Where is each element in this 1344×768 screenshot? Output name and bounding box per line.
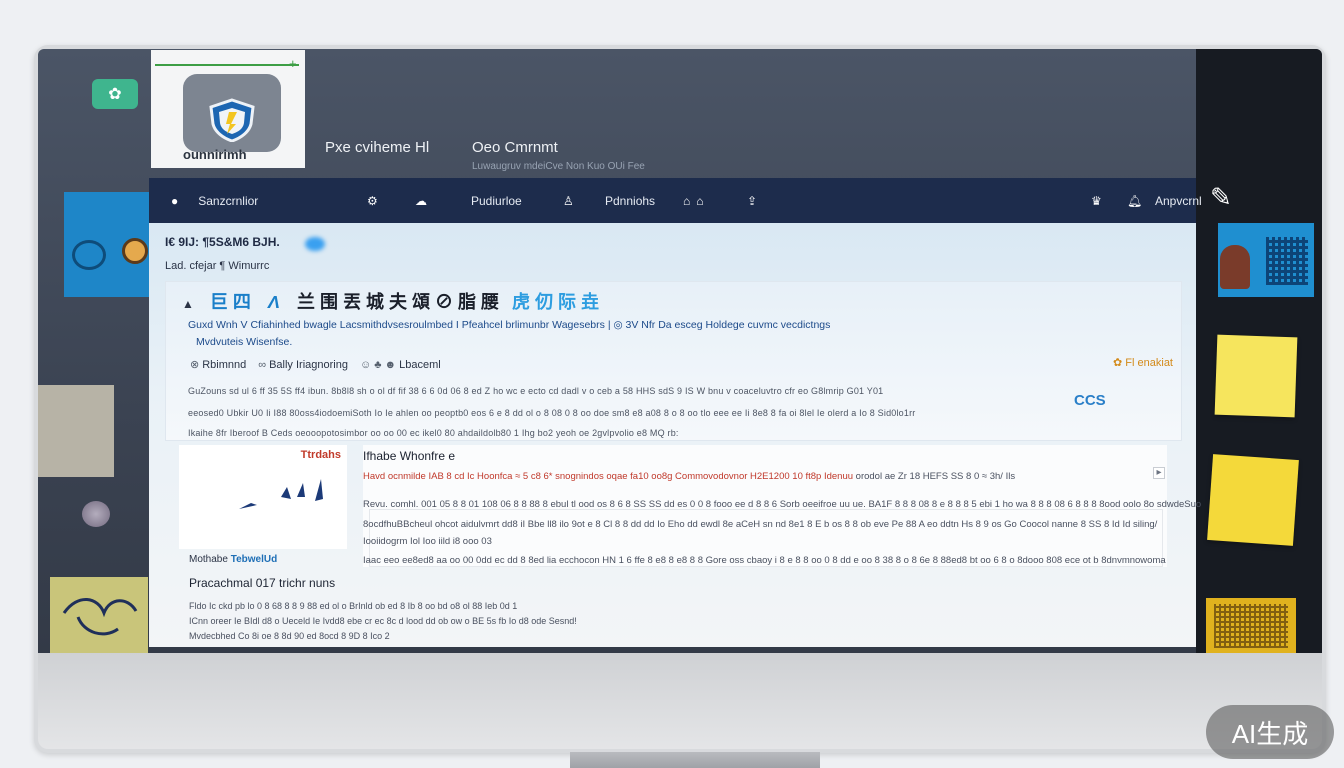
detail-line: 8ocdfhuBBcheul ohcot aidulvmrt dd8 iI Bb… bbox=[363, 519, 1158, 530]
detail-title: Ifhabe Whonfre e bbox=[363, 449, 456, 463]
app-subtitle: Luwaugruv mdeiCve Non Kuo OUi Fee bbox=[472, 161, 645, 172]
sticky-note[interactable] bbox=[1214, 334, 1298, 418]
screen: ✿ ✎ + ounnirimh Pxe cviheme Hl Oeo Cmrnm… bbox=[38, 49, 1322, 653]
monitor-chin bbox=[38, 653, 1322, 749]
nav-item-upload[interactable]: ⇪ bbox=[747, 178, 757, 223]
sticky-note[interactable] bbox=[1207, 454, 1299, 546]
detail-highlight: Havd ocnmilde IAB 8 cd Ic Hoonfca ≈ 5 c8… bbox=[363, 471, 1016, 482]
brand-name: ounnirimh bbox=[183, 147, 247, 162]
card-title: ▲ 巨 四 Λ 兰 围 丟 城 夫 頌 ⊘ 脂 腰 虎 仞 际 垚 bbox=[182, 292, 599, 312]
nav-item-home[interactable]: ● Sanzcrnlior bbox=[171, 178, 258, 223]
qr-code-icon bbox=[1266, 237, 1308, 285]
project-line: Fldo Ic ckd pb lo 0 8 68 8 8 9 88 ed ol … bbox=[189, 601, 518, 611]
expand-button[interactable]: ▸ bbox=[1153, 467, 1165, 479]
app-title: Pxe cviheme Hl bbox=[325, 139, 430, 156]
pen-icon: ✎ bbox=[1210, 182, 1232, 212]
logo-tile: + ounnirimh bbox=[151, 50, 305, 168]
app-title-secondary: Oeo Cmrnmt bbox=[472, 139, 558, 156]
sub-breadcrumb[interactable]: Lad. cfejar ¶ Wimurrc bbox=[165, 260, 269, 272]
nav-label: Sanzcrnlior bbox=[198, 193, 259, 208]
thumbnail-caption: Mothabe TebwelUd bbox=[189, 554, 278, 565]
nav-item-settings[interactable]: ⚙ bbox=[367, 178, 378, 223]
nav-label: Pdnniohs bbox=[605, 193, 656, 208]
wallpaper-card-sketch bbox=[50, 577, 148, 653]
nav-item-home-icon[interactable]: ⌂ ⌂ bbox=[683, 178, 704, 223]
chip[interactable]: ☺ ♣ ☻ Lbaceml bbox=[360, 359, 441, 371]
bell-button[interactable]: 🔔︎ bbox=[1127, 178, 1142, 223]
folder-icon: ⌂ bbox=[696, 193, 704, 208]
flower-icon bbox=[82, 501, 110, 527]
nav-item-pdnniohs[interactable]: Pdnniohs bbox=[605, 178, 655, 223]
paragraph: eeosed0 Ubkir U0 Ii I88 80oss4iodoemiSot… bbox=[188, 408, 916, 418]
wallpaper-card-gray bbox=[38, 385, 114, 477]
detail-line: Iaac eeo ee8ed8 aa oo 00 0dd ec dd 8 8ed… bbox=[363, 555, 1166, 566]
detail-line: Iooiidogrm Iol Ioo iild i8 ooo 03 bbox=[363, 536, 492, 547]
nav-item-pudiurloe[interactable]: Pudiurloe bbox=[471, 178, 522, 223]
status-badge[interactable]: ✿ Fl enakiat bbox=[1113, 356, 1173, 369]
card-description-2: Mvdvuteis Wisenfse. bbox=[196, 336, 293, 348]
thumbnail[interactable]: Ttrdahs bbox=[179, 445, 347, 549]
chip[interactable]: ⊗ Rbimnnd bbox=[190, 358, 246, 371]
bell-icon: 🔔︎ bbox=[1127, 193, 1143, 208]
nav-label: Pudiurloe bbox=[471, 193, 522, 208]
plus-icon: + bbox=[289, 56, 297, 71]
tag-icon: ⊗ bbox=[190, 359, 200, 371]
nav-item-cloud[interactable]: ☁ bbox=[415, 178, 427, 223]
cloud-icon: ☁ bbox=[415, 193, 427, 208]
detail-panel: Ifhabe Whonfre e Havd ocnmilde IAB 8 cd … bbox=[363, 445, 1201, 567]
qr-code-icon bbox=[1206, 598, 1296, 653]
crown-icon: ♛ bbox=[1091, 193, 1102, 208]
monitor-stand bbox=[570, 752, 820, 768]
project-line: Mvdecbhed Co 8i oe 8 8d 90 ed 8ocd 8 9D … bbox=[189, 631, 390, 641]
paragraph: GuZouns sd ul 6 ff 35 5S ff4 ibun. 8b8l8… bbox=[188, 386, 884, 396]
nav-item-user[interactable]: ♙ bbox=[563, 178, 574, 223]
project-line: ICnn oreer Ie BIdl d8 o Ueceld Ie Ivdd8 … bbox=[189, 616, 577, 626]
status-dot bbox=[305, 237, 325, 251]
shield-icon bbox=[209, 98, 255, 142]
wallpaper-card-blue bbox=[64, 192, 150, 297]
settings-icon: ⚙ bbox=[367, 193, 378, 208]
link-icon: ∞ bbox=[258, 358, 267, 371]
paragraph: Ikaihe 8fr Iberoof B Ceds oeooopotosimbo… bbox=[188, 428, 679, 438]
chip-row: ⊗ Rbimnnd ∞ Bally Iriagnoring ☺ ♣ ☻ Lbaceml bbox=[190, 358, 441, 372]
desktop: ✿ ✎ + ounnirimh Pxe cviheme Hl Oeo Cmrnm… bbox=[0, 0, 1344, 768]
account-menu[interactable]: Anpvcrnl bbox=[1155, 178, 1202, 223]
main-content: I€ 9IJ: ¶5S&M6 BJH. Lad. cfejar ¶ Wimurr… bbox=[149, 223, 1201, 647]
app-icon[interactable]: ✿ bbox=[92, 79, 138, 109]
feature-card: ▲ 巨 四 Λ 兰 围 丟 城 夫 頌 ⊘ 脂 腰 虎 仞 际 垚 Guxd Wn… bbox=[165, 281, 1182, 441]
project-title[interactable]: Pracachmal 017 trichr nuns bbox=[189, 576, 335, 590]
account-label: Anpvcrnl bbox=[1155, 193, 1202, 208]
dot-icon: ● bbox=[171, 193, 179, 208]
detail-line: Revu. comhl. 001 05 8 8 01 108 06 8 8 88… bbox=[363, 499, 1202, 510]
crown-button[interactable]: ♛ bbox=[1091, 178, 1102, 223]
thumbnail-label: Ttrdahs bbox=[300, 449, 341, 461]
breadcrumb[interactable]: I€ 9IJ: ¶5S&M6 BJH. bbox=[165, 235, 280, 249]
person-image bbox=[1220, 245, 1250, 289]
user-icon: ♙ bbox=[563, 193, 574, 208]
chip[interactable]: ∞ Bally Iriagnoring bbox=[258, 359, 348, 371]
navbar: ● Sanzcrnlior ⚙ ☁ Pudiurloe ♙ Pdnniohs ⌂… bbox=[149, 178, 1202, 223]
home-icon: ⌂ bbox=[683, 193, 691, 208]
ccs-mark: CCS bbox=[1074, 392, 1106, 409]
watermark: AI生成 bbox=[1206, 705, 1334, 759]
card-description: Guxd Wnh V Cfiahinhed bwagle Lacsmithdvs… bbox=[188, 319, 831, 331]
emoji-icon: ☺ ♣ ☻ bbox=[359, 358, 397, 371]
birds-image bbox=[239, 479, 323, 509]
gift-icon: ✿ bbox=[1113, 357, 1126, 369]
upload-icon: ⇪ bbox=[747, 193, 758, 208]
